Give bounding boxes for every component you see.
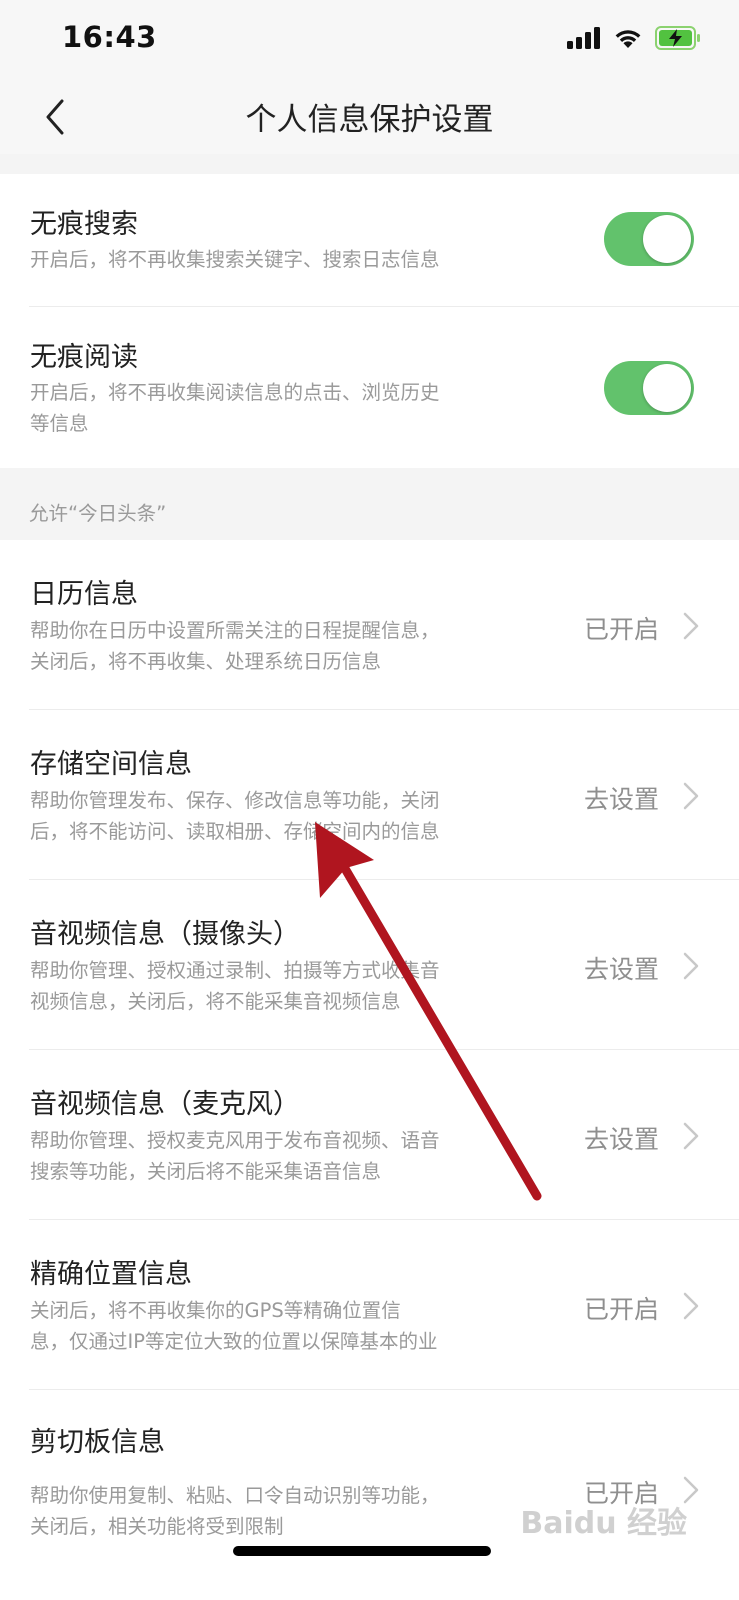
chevron-right-icon (683, 612, 699, 640)
permission-description: 关闭后，将不再收集你的GPS等精确位置信 息，仅通过IP等定位大致的位置以保障基… (30, 1299, 438, 1353)
section-header: 允许“今日头条” (29, 502, 167, 525)
permission-status: 已开启 (583, 615, 659, 644)
permission-row-precise-location[interactable]: 精确位置信息 关闭后，将不再收集你的GPS等精确位置信 息，仅通过IP等定位大致… (0, 1220, 739, 1389)
setting-title: 无痕阅读 (30, 342, 138, 373)
section-gap (0, 154, 739, 174)
permission-title: 音视频信息（麦克风） (30, 1089, 300, 1120)
permission-description: 帮助你管理发布、保存、修改信息等功能，关闭 后，将不能访问、读取相册、存储空间内… (30, 789, 440, 843)
setting-description: 开启后，将不再收集阅读信息的点击、浏览历史 等信息 (30, 381, 440, 435)
setting-row-incognito-reading: 无痕阅读 开启后，将不再收集阅读信息的点击、浏览历史 等信息 (0, 307, 739, 468)
baidu-watermark: Baidu 经验 (520, 1506, 687, 1541)
permission-row-calendar[interactable]: 日历信息 帮助你在日历中设置所需关注的日程提醒信息， 关闭后，将不再收集、处理系… (0, 540, 739, 709)
permission-description: 帮助你管理、授权麦克风用于发布音视频、语音 搜索等功能，关闭后将不能采集语音信息 (30, 1129, 440, 1183)
status-time: 16:43 (62, 20, 157, 54)
permission-title: 日历信息 (30, 579, 138, 610)
permission-status: 去设置 (583, 1125, 659, 1154)
permission-status: 已开启 (583, 1295, 659, 1324)
permission-title: 剪切板信息 (30, 1427, 165, 1458)
status-icons (567, 26, 701, 50)
permission-title: 精确位置信息 (30, 1259, 192, 1290)
setting-description: 开启后，将不再收集搜索关键字、搜索日志信息 (30, 248, 440, 271)
incognito-reading-toggle[interactable] (604, 361, 694, 415)
permission-row-microphone[interactable]: 音视频信息（麦克风） 帮助你管理、授权麦克风用于发布音视频、语音 搜索等功能，关… (0, 1050, 739, 1219)
toggle-knob (643, 364, 691, 412)
signal-icon (567, 27, 600, 49)
chevron-right-icon (683, 952, 699, 980)
setting-row-incognito-search: 无痕搜索 开启后，将不再收集搜索关键字、搜索日志信息 (0, 174, 739, 307)
status-bar: 16:43 (0, 0, 739, 80)
home-indicator[interactable] (233, 1546, 491, 1556)
permission-row-camera[interactable]: 音视频信息（摄像头） 帮助你管理、授权通过录制、拍摄等方式收集音 视频信息，关闭… (0, 880, 739, 1049)
wifi-icon (615, 30, 641, 48)
permission-status: 去设置 (583, 955, 659, 984)
permission-row-storage[interactable]: 存储空间信息 帮助你管理发布、保存、修改信息等功能，关闭 后，将不能访问、读取相… (0, 710, 739, 879)
setting-title: 无痕搜索 (30, 209, 138, 240)
chevron-right-icon (683, 1292, 699, 1320)
navigation-bar: 个人信息保护设置 (0, 80, 739, 154)
permission-description: 帮助你使用复制、粘贴、口令自动识别等功能， 关闭后，相关功能将受到限制 (30, 1484, 440, 1538)
permission-description: 帮助你管理、授权通过录制、拍摄等方式收集音 视频信息，关闭后，将不能采集音视频信… (30, 959, 440, 1013)
battery-charging-icon (655, 26, 700, 50)
toggle-knob (643, 215, 691, 263)
permission-title: 存储空间信息 (30, 749, 192, 780)
permission-status: 去设置 (583, 785, 659, 814)
permission-title: 音视频信息（摄像头） (30, 919, 300, 950)
chevron-right-icon (683, 1122, 699, 1150)
permission-description: 帮助你在日历中设置所需关注的日程提醒信息， 关闭后，将不再收集、处理系统日历信息 (30, 619, 440, 673)
chevron-right-icon (683, 782, 699, 810)
incognito-search-toggle[interactable] (604, 212, 694, 266)
page-title: 个人信息保护设置 (245, 102, 494, 138)
